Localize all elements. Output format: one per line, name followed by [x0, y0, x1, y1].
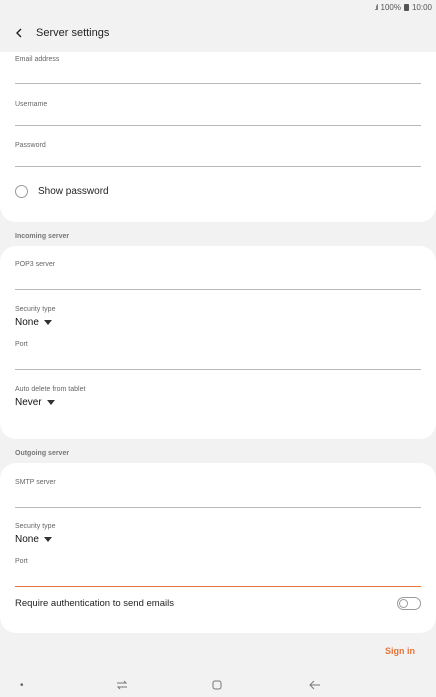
incoming-port-field[interactable]: Port	[15, 328, 421, 370]
show-password-checkbox[interactable]	[15, 185, 28, 198]
menu-dot-icon[interactable]: •	[20, 680, 24, 691]
username-field[interactable]: Username	[15, 84, 421, 126]
incoming-security-field[interactable]: Security type None	[15, 290, 421, 328]
navigation-bar: •	[0, 680, 436, 697]
status-bar: .ıl 100% 10:00	[0, 0, 436, 14]
incoming-card: POP3 server Security type None Port Auto…	[0, 246, 436, 439]
incoming-security-value: None	[15, 317, 39, 328]
outgoing-security-value: None	[15, 534, 39, 545]
password-label: Password	[15, 142, 46, 149]
email-label: Email address	[15, 56, 60, 63]
email-field[interactable]: Email address	[15, 52, 421, 84]
smtp-server-label: SMTP server	[15, 479, 56, 486]
require-auth-toggle[interactable]	[397, 597, 421, 610]
auto-delete-dropdown[interactable]: Never	[15, 397, 421, 408]
outgoing-port-label: Port	[15, 558, 28, 565]
back-nav-icon[interactable]	[309, 680, 321, 693]
show-password-row[interactable]: Show password	[15, 185, 421, 198]
sign-in-button[interactable]: Sign in	[385, 646, 415, 656]
outgoing-security-dropdown[interactable]: None	[15, 534, 421, 545]
battery-percentage: 100%	[380, 2, 401, 12]
auto-delete-label: Auto delete from tablet	[15, 386, 86, 393]
incoming-port-label: Port	[15, 341, 28, 348]
back-arrow-icon[interactable]	[14, 26, 28, 40]
username-label: Username	[15, 101, 48, 108]
require-auth-label: Require authentication to send emails	[15, 598, 174, 609]
signal-icon: .ıl	[374, 2, 378, 12]
outgoing-port-input[interactable]	[15, 565, 421, 587]
outgoing-port-field[interactable]: Port	[15, 545, 421, 587]
home-icon[interactable]	[212, 680, 222, 693]
outgoing-security-field[interactable]: Security type None	[15, 508, 421, 545]
password-input[interactable]	[15, 149, 421, 167]
auto-delete-field[interactable]: Auto delete from tablet Never	[15, 370, 421, 408]
require-auth-row[interactable]: Require authentication to send emails	[15, 597, 421, 610]
incoming-security-dropdown[interactable]: None	[15, 317, 421, 328]
incoming-port-input[interactable]	[15, 348, 421, 370]
pop3-server-field[interactable]: POP3 server	[15, 246, 421, 290]
show-password-label: Show password	[38, 186, 109, 197]
dropdown-arrow-icon	[46, 400, 55, 405]
pop3-server-label: POP3 server	[15, 261, 56, 268]
account-card: Email address Username Password Show pas…	[0, 52, 436, 222]
dropdown-arrow-icon	[43, 320, 52, 325]
clock: 10:00	[411, 2, 432, 12]
dropdown-arrow-icon	[43, 537, 52, 542]
smtp-server-input[interactable]	[15, 486, 421, 508]
incoming-section-label: Incoming server	[15, 233, 70, 240]
app-header: Server settings	[0, 14, 436, 52]
username-input[interactable]	[15, 108, 421, 126]
battery-icon	[403, 3, 409, 11]
incoming-security-label: Security type	[15, 306, 56, 313]
outgoing-security-label: Security type	[15, 523, 56, 530]
smtp-server-field[interactable]: SMTP server	[15, 463, 421, 508]
outgoing-card: SMTP server Security type None Port Requ…	[0, 463, 436, 633]
pop3-server-input[interactable]	[15, 268, 421, 290]
auto-delete-value: Never	[15, 397, 42, 408]
password-field[interactable]: Password	[15, 126, 421, 167]
email-input[interactable]	[15, 63, 421, 84]
page-title: Server settings	[36, 27, 110, 39]
outgoing-section-label: Outgoing server	[15, 450, 70, 457]
recent-apps-icon[interactable]	[116, 680, 128, 693]
